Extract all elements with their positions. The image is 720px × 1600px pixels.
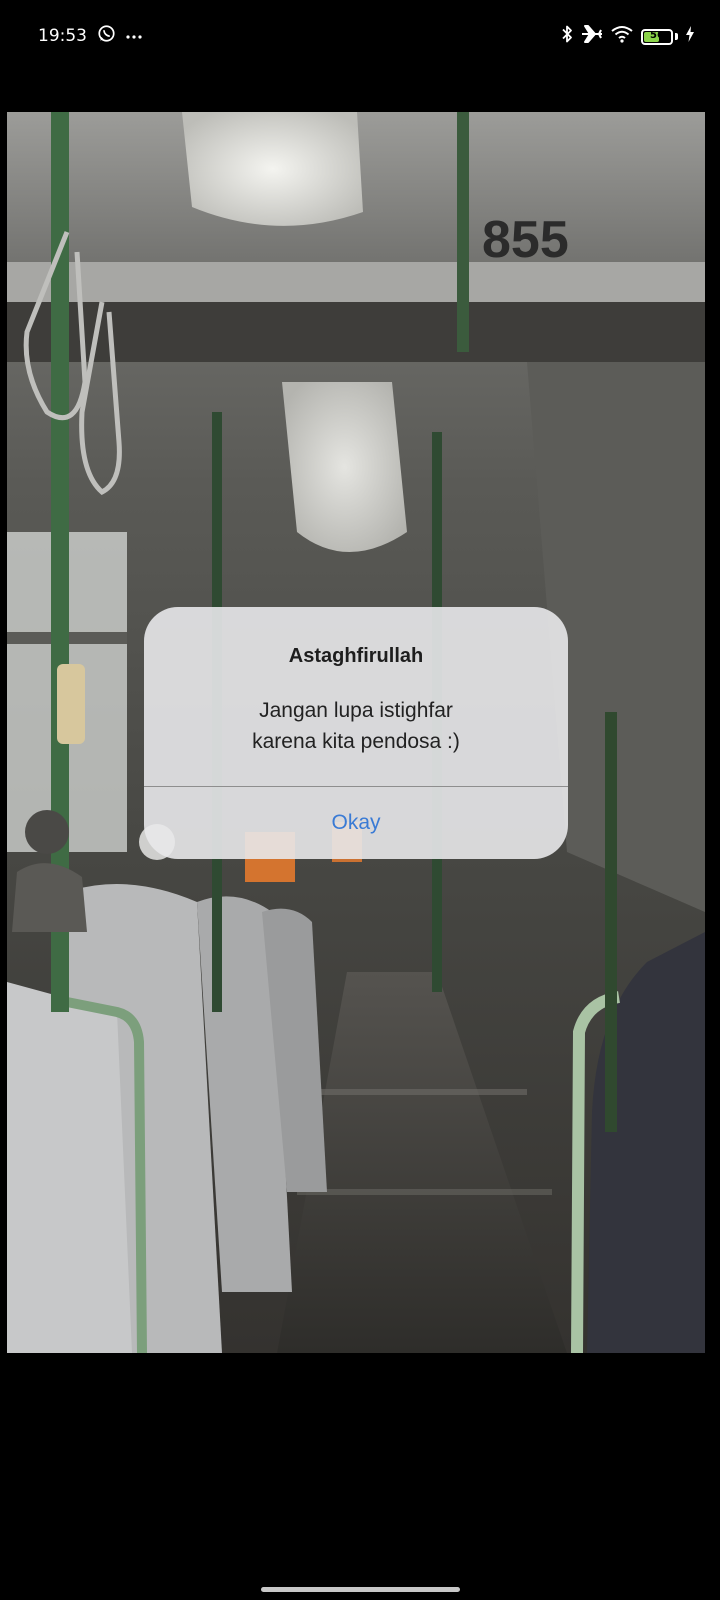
status-right: 56 — [561, 24, 694, 49]
battery-icon: 56 — [641, 28, 673, 45]
status-bar: 19:53 56 — [0, 0, 720, 72]
whatsapp-icon — [97, 24, 116, 48]
wifi-icon — [611, 25, 633, 48]
bluetooth-icon — [561, 24, 573, 49]
okay-button[interactable]: Okay — [144, 787, 568, 859]
status-left: 19:53 — [38, 24, 142, 48]
dialog-title: Astaghfirullah — [288, 645, 424, 667]
bus-number-text: 855 — [482, 211, 569, 269]
status-time: 19:53 — [38, 26, 87, 46]
battery-cap — [675, 33, 678, 40]
charging-icon — [686, 26, 694, 47]
alert-dialog: Astaghfirullah Jangan lupa istighfar kar… — [144, 607, 568, 859]
more-dots-icon — [126, 27, 142, 45]
dialog-message: Jangan lupa istighfar karena kita pendos… — [144, 695, 568, 757]
home-indicator[interactable] — [261, 1587, 460, 1592]
airplane-mode-icon — [581, 24, 603, 49]
dialog-message-line2: karena kita pendosa :) — [252, 730, 460, 753]
dialog-message-line1: Jangan lupa istighfar — [259, 699, 453, 722]
battery-level-text: 56 — [650, 29, 664, 41]
